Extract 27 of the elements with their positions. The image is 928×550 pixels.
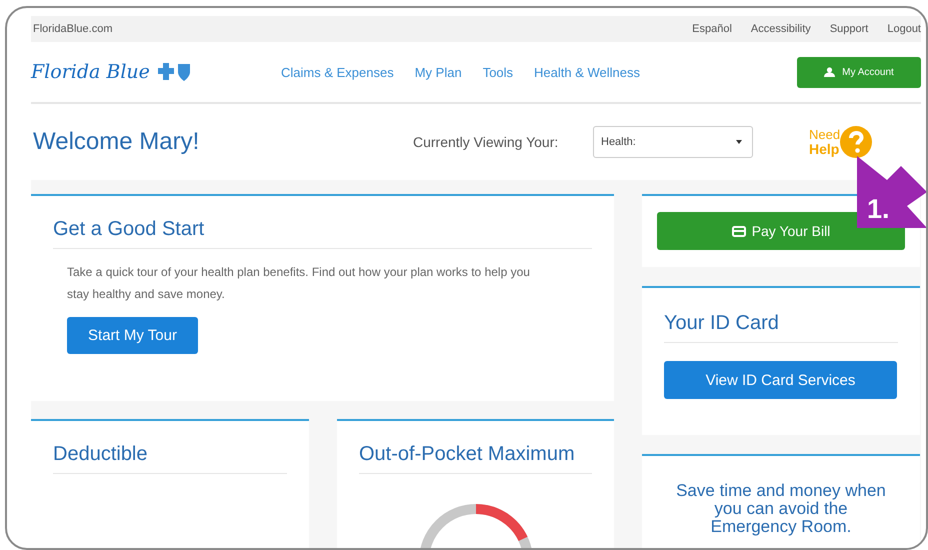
nav-link[interactable]: My Plan — [414, 64, 462, 80]
my-account-button[interactable]: My Account — [797, 56, 921, 88]
nav-link[interactable]: Health & Wellness — [534, 64, 640, 80]
nav-link[interactable]: Tools — [482, 64, 514, 80]
card-title: Out-of-Pocket Maximum — [359, 443, 592, 474]
arrow-overlay — [857, 156, 926, 228]
card-title: Your ID Card — [664, 312, 898, 343]
card-icon — [732, 226, 746, 236]
top-link[interactable]: Español — [692, 23, 732, 35]
top-link[interactable]: Accessibility — [750, 23, 811, 35]
card-description: Take a quick tour of your health plan benefits. Find out how your plan works to help you stay healthy and save money. — [67, 264, 531, 303]
nav-link[interactable]: Claims & Expenses — [281, 64, 394, 80]
top-link[interactable]: Support — [830, 23, 868, 35]
site-name: FloridaBlue.com — [33, 23, 112, 35]
help-icon[interactable] — [840, 126, 872, 158]
id-card-button[interactable]: View ID Card Services — [664, 361, 897, 399]
caret-icon — [736, 140, 742, 144]
viewing-label: Currently Viewing Your: — [413, 134, 560, 150]
logo-text[interactable]: Florida Blue — [31, 61, 150, 83]
card-title: Deductible — [53, 443, 287, 474]
plan-select[interactable]: Health: — [593, 126, 753, 158]
card-title: Get a Good Start — [53, 218, 592, 249]
start-tour-button[interactable]: Start My Tour — [67, 317, 198, 354]
welcome-heading: Welcome Mary! — [33, 128, 200, 156]
person-icon — [824, 67, 836, 77]
top-link[interactable]: Logout — [887, 23, 921, 35]
emergency-text: Save time and money when you can avoid the Emergency Room. — [675, 482, 887, 536]
